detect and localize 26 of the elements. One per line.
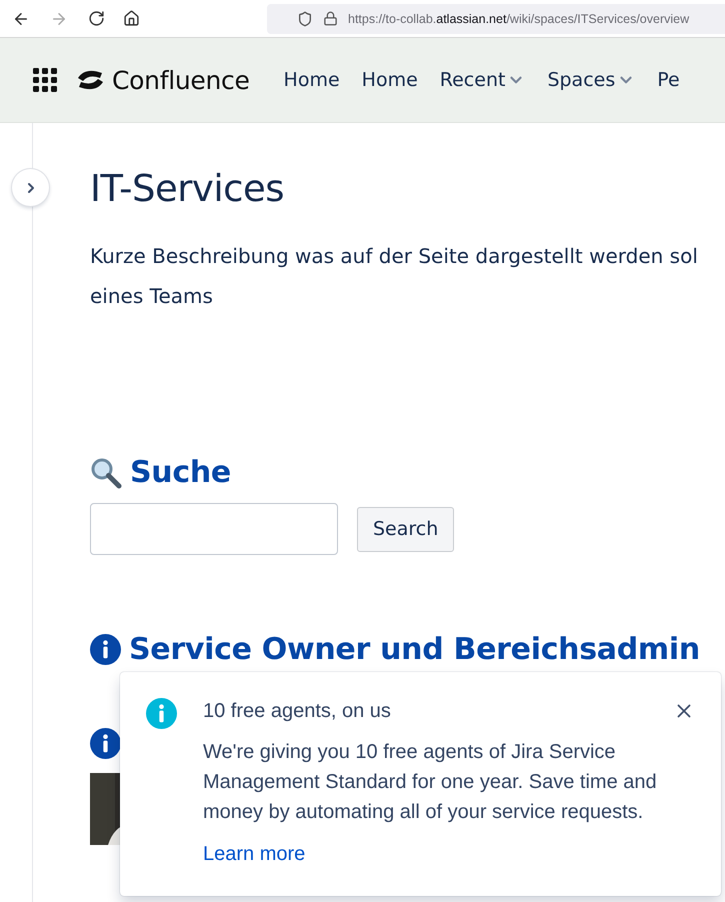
logo-icon	[77, 69, 104, 91]
search-button[interactable]: Search	[357, 506, 454, 552]
search-field[interactable]	[90, 503, 338, 555]
nav-link[interactable]: Spaces	[547, 69, 636, 91]
section-heading: Suche	[130, 456, 231, 489]
product-name: Confluence	[112, 66, 250, 94]
nav-link[interactable]: Recent	[440, 69, 526, 91]
reload-icon[interactable]	[88, 10, 105, 27]
page-title: IT-Services	[90, 167, 285, 210]
nav-link[interactable]: Home	[362, 69, 418, 91]
search-icon	[90, 456, 122, 488]
app-switcher-icon[interactable]	[33, 68, 57, 92]
page-description: Kurze Beschreibung was auf der Seite dargestellt werden sol eines Teams	[90, 243, 699, 310]
flag-message: We're giving you 10 free agents of Jira Service Management Standard for one year. Save time and money by automating all of your service requests.	[203, 740, 658, 825]
info-icon	[146, 698, 177, 729]
address-bar[interactable]: https://to-collab.atlassian.net/wiki/spaces/ITServices/overview	[267, 4, 725, 34]
section-heading: Service Owner und Bereichsadmin	[129, 633, 700, 666]
nav-link[interactable]: Pe	[657, 69, 680, 91]
url-text: https://to-collab.atlassian.net/wiki/spaces/ITServices/overview	[348, 12, 690, 26]
home-icon[interactable]	[123, 10, 140, 27]
nav-link[interactable]: Home	[284, 69, 340, 91]
learn-more-link[interactable]: Learn more	[203, 843, 306, 866]
flag-title: 10 free agents, on us	[203, 700, 392, 723]
info-icon	[90, 634, 121, 665]
lock-icon	[323, 11, 338, 26]
shield-icon	[297, 10, 313, 26]
